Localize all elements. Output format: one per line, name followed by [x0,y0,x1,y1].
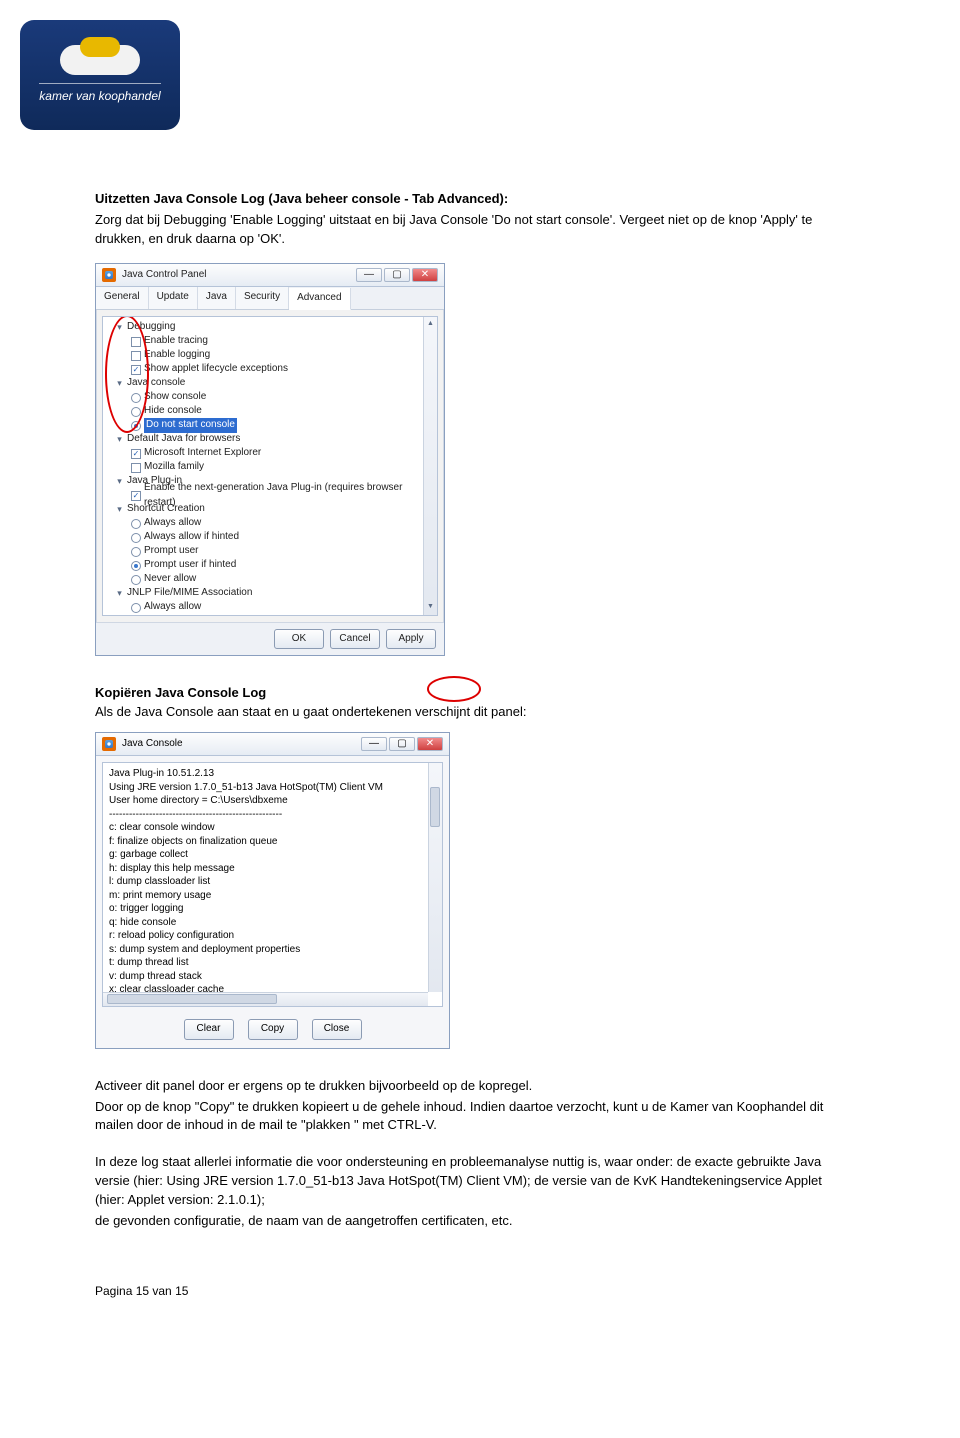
console-line: m: print memory usage [109,889,438,903]
tab-security[interactable]: Security [236,287,289,309]
ok-button[interactable]: OK [274,629,324,650]
close-button[interactable]: Close [312,1019,362,1040]
console-line: g: garbage collect [109,848,438,862]
radio-sc-always[interactable] [131,519,141,529]
console-line: s: dump system and deployment properties [109,943,438,957]
section1-heading: Uitzetten Java Console Log (Java beheer … [95,190,830,209]
section1-body: Zorg dat bij Debugging 'Enable Logging' … [95,211,830,249]
radio-sc-always-hinted[interactable] [131,533,141,543]
kvk-logo: kamer van koophandel [20,20,180,130]
advanced-tree: ▾Debugging Enable tracing Enable logging… [102,316,438,616]
console-line: q: hide console [109,916,438,930]
checkbox-ie[interactable]: ✓ [131,449,141,459]
radio-show-console[interactable] [131,393,141,403]
java-icon [102,737,116,751]
console-line: t: dump thread list [109,956,438,970]
logo-text: kamer van koophandel [39,83,160,105]
console-line: o: trigger logging [109,902,438,916]
console-output[interactable]: Java Plug-in 10.51.2.13 Using JRE versio… [102,762,443,1007]
radio-sc-prompt[interactable] [131,547,141,557]
tab-update[interactable]: Update [149,287,198,309]
java-console-window: Java Console — ▢ ✕ Java Plug-in 10.51.2.… [95,732,450,1049]
console-line: h: display this help message [109,862,438,876]
maximize-button[interactable]: ▢ [389,737,415,751]
group-mime: JNLP File/MIME Association [127,586,252,601]
group-shortcut: Shortcut Creation [127,502,205,517]
console-line: Using JRE version 1.7.0_51-b13 Java HotS… [109,781,438,795]
console-line: v: dump thread stack [109,970,438,984]
checkbox-mozilla[interactable] [131,463,141,473]
scrollbar-thumb[interactable] [430,787,440,827]
console-line: ----------------------------------------… [109,808,438,822]
cancel-button[interactable]: Cancel [330,629,380,650]
tab-advanced[interactable]: Advanced [289,288,350,310]
radio-hide-console[interactable] [131,407,141,417]
checkbox-enable-tracing[interactable] [131,337,141,347]
console-line: l: dump classloader list [109,875,438,889]
checkbox-show-exceptions[interactable]: ✓ [131,365,141,375]
tab-general[interactable]: General [96,287,149,309]
body-paragraph: Door op de knop "Copy" te drukken kopiee… [95,1098,830,1136]
radio-dont-start-console[interactable] [131,421,141,431]
section2-heading: Kopiëren Java Console Log [95,685,266,700]
scrollbar-thumb[interactable] [107,994,277,1004]
minimize-button[interactable]: — [361,737,387,751]
body-paragraph: Activeer dit panel door er ergens op te … [95,1077,830,1096]
console-line: Java Plug-in 10.51.2.13 [109,767,438,781]
checkbox-enable-logging[interactable] [131,351,141,361]
tab-java[interactable]: Java [198,287,236,309]
logo-cloud-icon [60,45,140,75]
java-icon [102,268,116,282]
radio-sc-prompt-hinted[interactable] [131,561,141,571]
group-debugging: Debugging [127,320,175,335]
console-line: c: clear console window [109,821,438,835]
body-paragraph: In deze log staat allerlei informatie di… [95,1153,830,1210]
scrollbar-vertical[interactable] [423,317,437,615]
close-button[interactable]: ✕ [412,268,438,282]
radio-sc-never[interactable] [131,575,141,585]
copy-button[interactable]: Copy [248,1019,298,1040]
group-default-browsers: Default Java for browsers [127,432,240,447]
page-number: Pagina 15 van 15 [95,1284,188,1298]
apply-button[interactable]: Apply [386,629,436,650]
console-line: User home directory = C:\Users\dbxeme [109,794,438,808]
tab-bar: General Update Java Security Advanced [96,287,444,310]
console-line: r: reload policy configuration [109,929,438,943]
java-control-panel-window: Java Control Panel — ▢ ✕ General Update … [95,263,445,657]
clear-button[interactable]: Clear [184,1019,234,1040]
window-title: Java Control Panel [122,268,207,283]
section2-body: Als de Java Console aan staat en u gaat … [95,703,830,722]
console-title: Java Console [122,737,183,752]
minimize-button[interactable]: — [356,268,382,282]
close-button[interactable]: ✕ [417,737,443,751]
radio-mime-always[interactable] [131,603,141,613]
console-titlebar: Java Console — ▢ ✕ [96,733,449,757]
maximize-button[interactable]: ▢ [384,268,410,282]
checkbox-nextgen-plugin[interactable]: ✓ [131,491,141,501]
window-titlebar: Java Control Panel — ▢ ✕ [96,264,444,288]
body-paragraph: de gevonden configuratie, de naam van de… [95,1212,830,1231]
group-java-console: Java console [127,376,185,391]
console-line: f: finalize objects on finalization queu… [109,835,438,849]
